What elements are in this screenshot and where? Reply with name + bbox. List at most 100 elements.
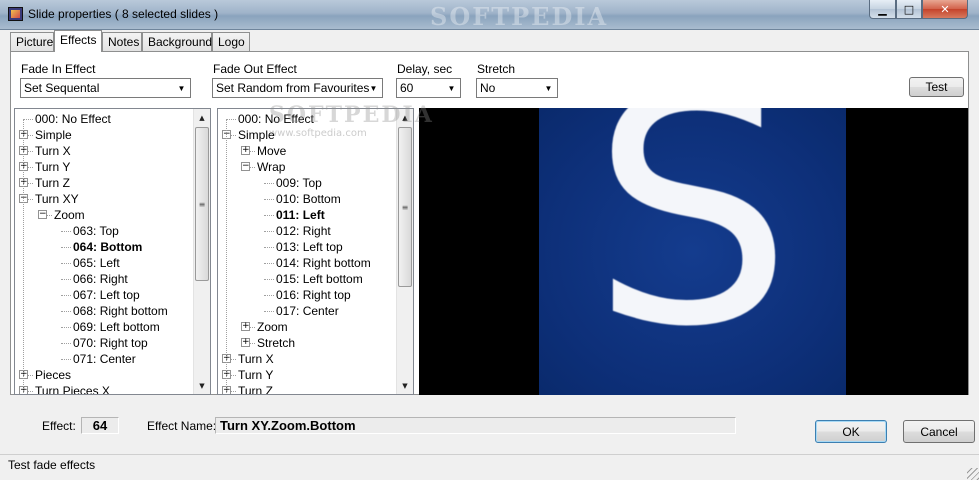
tree-connector (264, 311, 274, 312)
collapse-icon[interactable]: − (241, 162, 250, 171)
tree-item[interactable]: Turn XY (35, 191, 79, 207)
effect-info-bar: Effect: 64 Effect Name: Turn XY.Zoom.Bot… (0, 396, 979, 452)
stretch-select[interactable]: No ▼ (476, 78, 558, 98)
tree-item[interactable]: 010: Bottom (276, 191, 341, 207)
tree-item[interactable]: Zoom (257, 319, 288, 335)
tree-item[interactable]: 013: Left top (276, 239, 343, 255)
tree-item[interactable]: 069: Left bottom (73, 319, 160, 335)
tab-notes[interactable]: Notes (102, 32, 142, 51)
tree-item[interactable]: 065: Left (73, 255, 120, 271)
tree-item[interactable]: 071: Center (73, 351, 136, 367)
collapse-icon[interactable]: − (38, 210, 47, 219)
effects-panel: Fade In Effect Set Sequental ▼ Fade Out … (10, 51, 969, 395)
preview-watermark: SOFTPEDIA (269, 102, 434, 128)
minimize-button[interactable]: ▁ (869, 0, 896, 19)
tree-item[interactable]: 070: Right top (73, 335, 148, 351)
tree-connector (61, 279, 71, 280)
fade-out-label: Fade Out Effect (213, 62, 297, 76)
fade-out-select[interactable]: Set Random from Favourites ▼ (212, 78, 383, 98)
fade-in-effect-tree[interactable]: ▲ ≡ ▼ 000: No Effect + Simple + Turn X + Turn … (14, 108, 211, 395)
preview-watermark-url: www.softpedia.com (269, 128, 367, 139)
tree-item[interactable]: Zoom (54, 207, 85, 223)
tree-item[interactable]: 017: Center (276, 303, 339, 319)
title-watermark: SOFTPEDIA (430, 2, 609, 31)
close-icon: ✕ (940, 2, 950, 16)
scroll-up-icon[interactable]: ▲ (194, 109, 210, 126)
preview-letter: S (591, 108, 793, 395)
title-bar: Slide properties ( 8 selected slides ) S… (0, 0, 979, 31)
minimize-icon: ▁ (878, 2, 887, 16)
effect-label: Effect: (42, 419, 76, 433)
stretch-value: No (480, 81, 496, 95)
scroll-thumb[interactable]: ≡ (195, 127, 209, 281)
tree-item[interactable]: Pieces (35, 367, 71, 383)
right-tree-scrollbar[interactable]: ▲ ≡ ▼ (396, 109, 413, 394)
fade-out-effect-tree[interactable]: ▲ ≡ ▼ 000: No Effect − Simple + Move − Wrap 009… (217, 108, 414, 395)
tree-connector (264, 183, 274, 184)
tree-item[interactable]: 016: Right top (276, 287, 351, 303)
tree-connector (23, 119, 33, 120)
tree-item[interactable]: 014: Right bottom (276, 255, 371, 271)
expand-icon[interactable]: + (241, 322, 250, 331)
close-button[interactable]: ✕ (922, 0, 968, 19)
tree-item[interactable]: Stretch (257, 335, 295, 351)
tree-connector (264, 215, 274, 216)
tab-background[interactable]: Background (142, 32, 212, 51)
tree-item[interactable]: 009: Top (276, 175, 322, 191)
tree-item[interactable]: Turn Pieces X (35, 383, 110, 394)
effect-number: 64 (81, 417, 119, 434)
tree-connector (264, 295, 274, 296)
window-title: Slide properties ( 8 selected slides ) (28, 7, 219, 21)
app-icon (8, 7, 23, 21)
scroll-down-icon[interactable]: ▼ (194, 377, 210, 394)
tab-picture[interactable]: Picture (10, 32, 54, 51)
tree-item[interactable]: Turn Z (238, 383, 273, 394)
scroll-down-icon[interactable]: ▼ (397, 377, 413, 394)
tree-item[interactable]: Move (257, 143, 286, 159)
maximize-button[interactable]: □ (896, 0, 922, 19)
tree-connector (264, 263, 274, 264)
chevron-down-icon: ▼ (177, 83, 186, 93)
cancel-button[interactable]: Cancel (903, 420, 975, 443)
tree-item[interactable]: 066: Right (73, 271, 128, 287)
chevron-down-icon: ▼ (544, 83, 553, 93)
tab-effects[interactable]: Effects (54, 30, 102, 52)
tree-item[interactable]: 063: Top (73, 223, 119, 239)
fade-out-value: Set Random from Favourites (216, 81, 370, 95)
chevron-down-icon: ▼ (447, 83, 456, 93)
tree-connector (264, 279, 274, 280)
tree-item[interactable]: Turn X (238, 351, 274, 367)
tree-item[interactable]: Turn Y (35, 159, 70, 175)
status-bar: Test fade effects (0, 454, 979, 480)
tree-connector (264, 231, 274, 232)
delay-select[interactable]: 60 ▼ (396, 78, 461, 98)
tree-item[interactable]: 011: Left (276, 207, 325, 223)
expand-icon[interactable]: + (241, 338, 250, 347)
expand-icon[interactable]: + (241, 146, 250, 155)
ok-button[interactable]: OK (815, 420, 887, 443)
tree-item[interactable]: 064: Bottom (73, 239, 142, 255)
tree-connector (264, 247, 274, 248)
fade-in-select[interactable]: Set Sequental ▼ (20, 78, 191, 98)
tree-item[interactable]: 015: Left bottom (276, 271, 363, 287)
status-text: Test fade effects (8, 458, 96, 472)
tree-item[interactable]: Turn Z (35, 175, 70, 191)
effect-preview: S SOFTPEDIA www.softpedia.com (269, 102, 968, 395)
tab-logo[interactable]: Logo (212, 32, 250, 51)
tree-item[interactable]: 068: Right bottom (73, 303, 168, 319)
resize-grip-icon[interactable] (967, 468, 979, 480)
tree-item[interactable]: 000: No Effect (35, 111, 111, 127)
tree-item[interactable]: 012: Right (276, 223, 331, 239)
tree-connector (61, 343, 71, 344)
left-tree-scrollbar[interactable]: ▲ ≡ ▼ (193, 109, 210, 394)
fade-in-label: Fade In Effect (21, 62, 96, 76)
tree-guide (226, 119, 227, 394)
tree-connector (61, 327, 71, 328)
test-button[interactable]: Test (909, 77, 964, 97)
scroll-thumb[interactable]: ≡ (398, 127, 412, 287)
tree-item[interactable]: Turn Y (238, 367, 273, 383)
tree-item[interactable]: 067: Left top (73, 287, 140, 303)
tree-item[interactable]: Turn X (35, 143, 71, 159)
tree-item[interactable]: Wrap (257, 159, 285, 175)
tree-item[interactable]: Simple (35, 127, 72, 143)
